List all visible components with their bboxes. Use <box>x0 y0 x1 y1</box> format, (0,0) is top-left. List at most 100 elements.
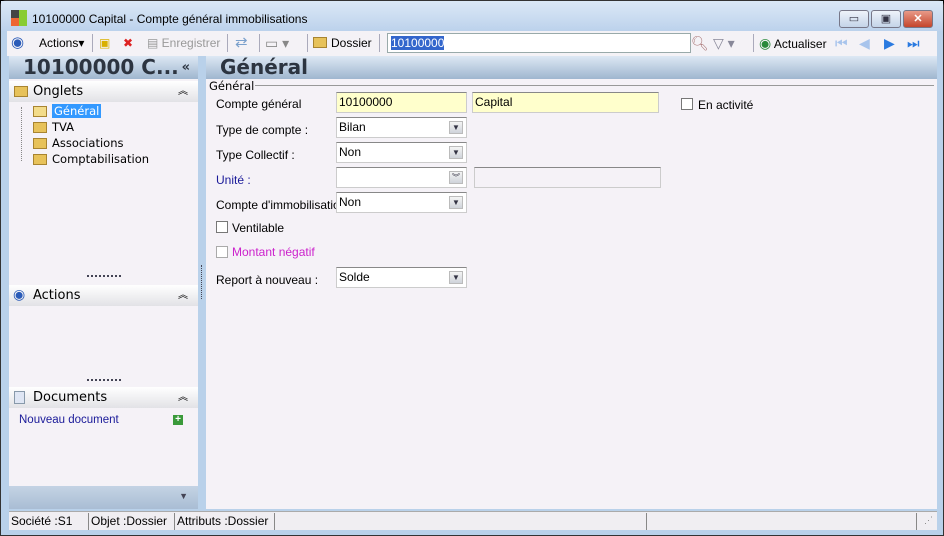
collapse-icon[interactable]: ︽ <box>178 285 188 306</box>
montant-negatif-checkbox[interactable] <box>216 246 228 258</box>
vertical-splitter[interactable] <box>201 265 202 299</box>
previous-record-icon[interactable]: ◀ <box>859 31 870 55</box>
record-title: 10100000 C... <box>23 55 179 79</box>
chevron-down-icon[interactable]: ▼ <box>449 196 463 209</box>
document-icon <box>14 391 25 404</box>
compte-general-input[interactable]: 10100000 <box>336 92 467 113</box>
montant-negatif-label: Montant négatif <box>232 245 315 259</box>
en-activite-label: En activité <box>698 98 754 112</box>
tree-lines <box>21 107 22 161</box>
maximize-button[interactable]: ▣ <box>871 10 901 28</box>
immobilisation-label: Compte d'immobilisation : <box>216 198 354 212</box>
unite-select[interactable]: ︾ <box>336 167 467 188</box>
close-button[interactable]: ✕ <box>903 10 933 28</box>
app-icon <box>11 10 27 26</box>
collapse-icon[interactable]: ︽ <box>178 81 188 102</box>
compte-name-input[interactable]: Capital <box>472 92 659 113</box>
unite-description-input <box>474 167 661 188</box>
sync-icon[interactable]: ⇄ <box>235 31 248 55</box>
collapse-icon[interactable]: ︽ <box>178 387 188 408</box>
selected-value: Solde <box>339 270 370 284</box>
form-area: Général Compte général 10100000 Capital … <box>206 79 937 509</box>
title-bar: 10100000 Capital - Compte général immobi… <box>1 1 943 31</box>
folder-icon <box>33 154 47 165</box>
immobilisation-select[interactable]: Non ▼ <box>336 192 467 213</box>
divider <box>307 34 308 52</box>
new-icon[interactable]: ▣ <box>99 31 110 55</box>
folder-icon <box>14 86 28 97</box>
folder-icon <box>33 138 47 149</box>
group-line <box>254 85 934 86</box>
record-header: 10100000 C... « <box>9 56 198 79</box>
status-societe: Société :S1 <box>9 513 89 530</box>
delete-icon[interactable]: ✖ <box>123 31 133 55</box>
save-icon: ▤ <box>147 36 162 50</box>
divider <box>379 34 380 52</box>
left-panel: Onglets ︽ Général TVA Associations Compta… <box>9 79 198 509</box>
panel-footer: ▼ <box>9 486 198 509</box>
status-bar: Société :S1 Objet :Dossier Attributs :Do… <box>9 511 937 530</box>
group-title: Général <box>209 79 256 93</box>
onglets-header[interactable]: Onglets ︽ <box>9 81 198 102</box>
print-icon[interactable]: ▭ ▾ <box>265 31 289 55</box>
resize-grip-icon[interactable]: ⋰ <box>924 515 933 526</box>
actions-menu[interactable]: Actions▾ <box>39 31 84 55</box>
actions-label: Actions <box>39 36 79 50</box>
chevron-down-icon[interactable]: ▼ <box>449 271 463 284</box>
selected-value: Non <box>339 145 362 159</box>
tree-item-label: Associations <box>52 136 124 150</box>
onglets-title: Onglets <box>33 84 84 99</box>
type-compte-select[interactable]: Bilan ▼ <box>336 117 467 138</box>
unite-label: Unité : <box>216 173 251 187</box>
divider <box>227 34 228 52</box>
target-icon[interactable]: ◉ <box>11 31 24 55</box>
tree-item-label: Comptabilisation <box>52 152 150 166</box>
report-select[interactable]: Solde ▼ <box>336 267 467 288</box>
chevron-down-icon[interactable]: ▼ <box>449 121 463 134</box>
double-chevron-down-icon[interactable]: ︾ <box>449 171 463 184</box>
tree-item-label: TVA <box>52 120 75 134</box>
application-window: 10100000 Capital - Compte général immobi… <box>0 0 944 536</box>
ventilable-checkbox[interactable] <box>216 221 228 233</box>
report-label: Report à nouveau : <box>216 273 319 287</box>
folder-label: Dossier <box>331 36 372 50</box>
filter-icon[interactable]: ▽ ▾ <box>713 31 735 55</box>
tree-item-label: Général <box>52 104 102 118</box>
search-icon[interactable]: 🔍︎ <box>691 31 709 55</box>
en-activite-checkbox[interactable] <box>681 98 693 110</box>
documents-title: Documents <box>33 390 108 405</box>
save-button[interactable]: ▤ Enregistrer <box>147 31 220 55</box>
folder-button[interactable]: Dossier <box>313 31 372 55</box>
open-folder-icon <box>33 106 47 117</box>
collapse-panel-button[interactable]: « <box>182 56 190 79</box>
selected-value: Non <box>339 195 362 209</box>
status-cell <box>275 513 647 530</box>
last-record-icon[interactable]: ⏭ <box>907 31 920 55</box>
refresh-label: Actualiser <box>773 37 827 51</box>
chevron-down-icon[interactable]: ▼ <box>179 491 188 501</box>
first-record-icon[interactable]: ⏮ <box>835 31 848 55</box>
divider <box>259 34 260 52</box>
ventilable-label: Ventilable <box>232 221 285 235</box>
type-compte-label: Type de compte : <box>216 123 309 137</box>
actions-header[interactable]: ◉ Actions ︽ <box>9 285 198 306</box>
save-label: Enregistrer <box>161 36 221 50</box>
divider <box>753 34 754 52</box>
search-value: 10100000 <box>391 36 445 50</box>
type-collectif-select[interactable]: Non ▼ <box>336 142 467 163</box>
search-input[interactable]: 10100000 <box>387 33 691 53</box>
chevron-down-icon[interactable]: ▼ <box>449 146 463 159</box>
next-record-icon[interactable]: ▶ <box>884 31 895 55</box>
splitter-handle[interactable] <box>87 379 121 381</box>
minimize-button[interactable]: ▭ <box>839 10 869 28</box>
new-document-link[interactable]: Nouveau document <box>19 414 119 426</box>
divider <box>92 34 93 52</box>
refresh-button[interactable]: ◉ Actualiser <box>759 31 827 55</box>
add-icon[interactable]: + <box>173 415 183 425</box>
selected-value: Bilan <box>339 120 366 134</box>
target-icon: ◉ <box>13 287 26 303</box>
page-header: Général <box>206 56 937 79</box>
refresh-icon: ◉ <box>759 35 772 51</box>
splitter-handle[interactable] <box>87 275 121 277</box>
documents-header[interactable]: Documents ︽ <box>9 387 198 408</box>
